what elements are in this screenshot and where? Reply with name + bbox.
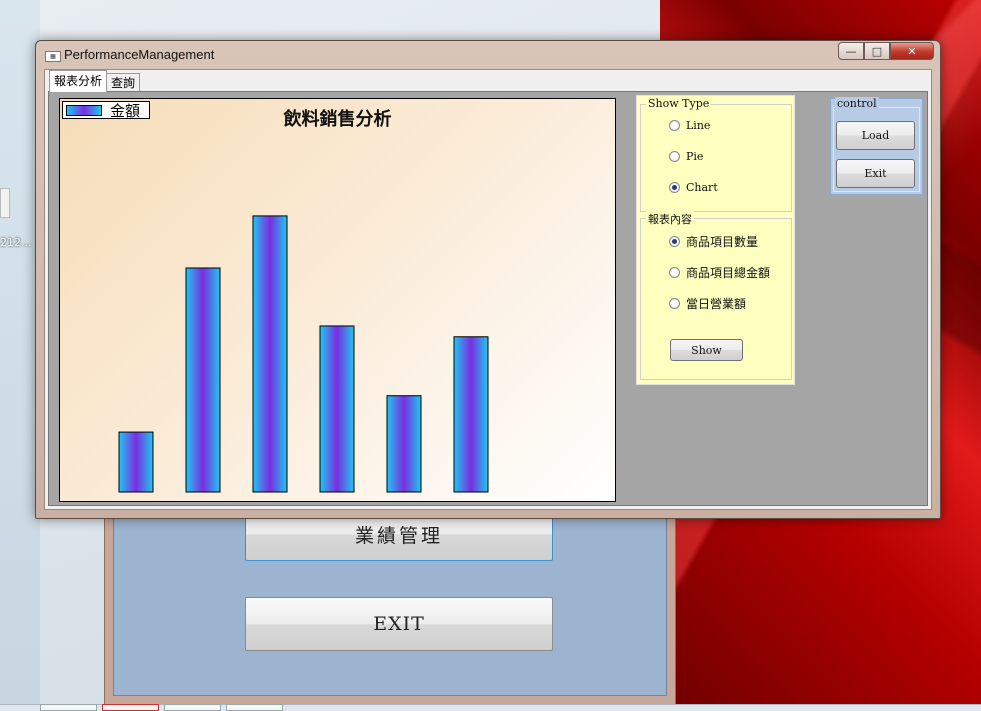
radio-button[interactable] [669, 151, 680, 162]
tab-panel: 金額 飲料銷售分析 Show Type Line Pie Chart 報表內容 … [48, 91, 928, 506]
app-icon: ▦ [45, 51, 61, 62]
bar-5 [386, 395, 422, 493]
exit-app-button[interactable]: EXIT [245, 597, 553, 651]
minimize-icon: — [845, 44, 857, 58]
tab-query[interactable]: 查詢 [106, 73, 141, 92]
tab-strip: 報表分析 查詢 [49, 70, 141, 92]
control-title: control [835, 97, 879, 110]
performance-management-window: ▦ PerformanceManagement — □ ✕ 報表分析 查詢 金額… [35, 40, 941, 519]
desktop-icon-label[interactable]: 212... [0, 236, 32, 249]
control-group: control Load Exit [830, 97, 923, 195]
desktop-file-icon[interactable] [0, 188, 10, 218]
report-content-title: 報表內容 [646, 211, 694, 227]
taskbar-item[interactable] [226, 704, 283, 711]
radio-chart[interactable]: Chart [669, 181, 718, 194]
options-panel: Show Type Line Pie Chart 報表內容 商品項目數量 商品項… [636, 95, 795, 385]
radio-button-selected[interactable] [669, 236, 680, 247]
radio-label: 當日營業額 [686, 297, 747, 311]
radio-label: Line [686, 119, 711, 132]
radio-button[interactable] [669, 267, 680, 278]
chart-canvas [118, 215, 489, 493]
radio-button-selected[interactable] [669, 182, 680, 193]
maximize-icon: □ [871, 44, 883, 58]
radio-label: Chart [686, 181, 718, 194]
chart-area: 金額 飲料銷售分析 [59, 98, 616, 502]
desktop-background [0, 0, 40, 711]
radio-button[interactable] [669, 120, 680, 131]
radio-pie[interactable]: Pie [669, 150, 703, 163]
chart-title: 飲料銷售分析 [283, 109, 392, 130]
load-button[interactable]: Load [836, 121, 915, 150]
taskbar-item[interactable] [102, 704, 159, 711]
bars-group [118, 215, 489, 493]
radio-daily-revenue[interactable]: 當日營業額 [669, 295, 746, 312]
radio-label: 商品項目總金額 [686, 266, 771, 280]
tab-report-analysis[interactable]: 報表分析 [49, 70, 108, 92]
radio-line[interactable]: Line [669, 119, 710, 132]
maximize-button[interactable]: □ [864, 42, 890, 60]
taskbar [0, 704, 981, 711]
taskbar-item[interactable] [40, 704, 97, 711]
close-button[interactable]: ✕ [890, 42, 934, 60]
caption-buttons: — □ ✕ [838, 42, 934, 60]
bar-1 [118, 431, 154, 493]
close-icon: ✕ [907, 44, 917, 58]
show-type-group: Show Type [640, 97, 792, 212]
radio-label: 商品項目數量 [686, 235, 759, 249]
bar-4 [319, 325, 355, 493]
radio-button[interactable] [669, 298, 680, 309]
bar-2 [185, 267, 221, 493]
show-type-title: Show Type [646, 97, 712, 110]
minimize-button[interactable]: — [838, 42, 864, 60]
show-button[interactable]: Show [670, 339, 743, 361]
window-title: PerformanceManagement [64, 47, 215, 62]
radio-item-quantity[interactable]: 商品項目數量 [669, 233, 758, 250]
radio-item-total-amount[interactable]: 商品項目總金額 [669, 264, 770, 281]
exit-button[interactable]: Exit [836, 159, 915, 188]
title-bar[interactable]: ▦ PerformanceManagement — □ ✕ [36, 41, 940, 68]
window-client: 報表分析 查詢 金額 飲料銷售分析 Show Type Line Pie Cha… [44, 69, 932, 510]
bar-3 [252, 215, 288, 493]
taskbar-item[interactable] [164, 704, 221, 711]
bar-6 [453, 336, 489, 493]
radio-label: Pie [686, 150, 704, 163]
